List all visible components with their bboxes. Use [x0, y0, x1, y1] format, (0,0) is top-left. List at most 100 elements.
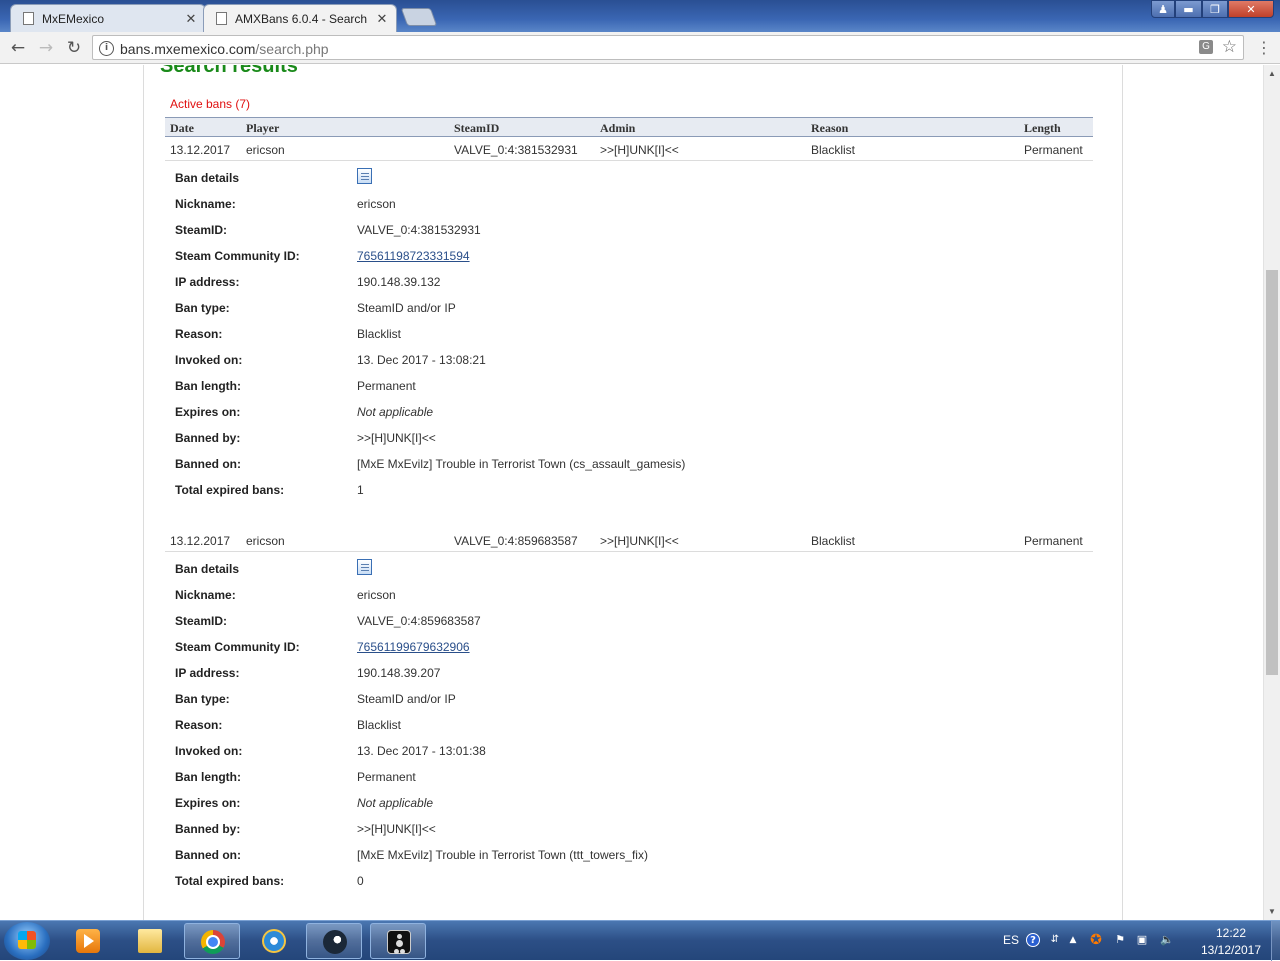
- detail-label: Banned on:: [175, 848, 241, 862]
- detail-row-ban-length: Ban length: Permanent: [165, 373, 1093, 399]
- steam-icon: [323, 930, 347, 954]
- scrollbar-thumb[interactable]: [1266, 270, 1278, 675]
- user-icon[interactable]: ♟: [1151, 0, 1175, 18]
- detail-row-reason: Reason: Blacklist: [165, 321, 1093, 347]
- language-indicator[interactable]: ES: [1003, 933, 1019, 947]
- detail-label: Expires on:: [175, 796, 241, 810]
- tab-amxbans-search[interactable]: AMXBans 6.0.4 - Search ✕: [203, 4, 397, 32]
- ban-player: ericson: [246, 143, 285, 157]
- detail-row-ban-length: Ban length: Permanent: [165, 764, 1093, 790]
- page-icon: [216, 12, 227, 25]
- ban-length: Permanent: [1024, 534, 1083, 548]
- ban-details-document-icon[interactable]: [357, 168, 372, 184]
- tab-title: AMXBans 6.0.4 - Search: [235, 11, 368, 26]
- show-desktop-button[interactable]: [1271, 921, 1280, 961]
- detail-value: ericson: [357, 197, 396, 211]
- translate-icon[interactable]: G: [1199, 40, 1213, 54]
- detail-row-community-id: Steam Community ID: 76561198723331594: [165, 243, 1093, 269]
- windows-logo-icon: [18, 931, 36, 949]
- detail-row-banned-by: Banned by: >>[H]UNK[I]<<: [165, 816, 1093, 842]
- scroll-down-arrow-icon[interactable]: ▼: [1264, 903, 1280, 920]
- detail-row-total-expired: Total expired bans: 1: [165, 477, 1093, 503]
- windows-taskbar: ES ? ⇵ ▲ ✪ ⚑ ▣ 🔈 12:22 13/12/2017: [0, 920, 1280, 961]
- minimize-button[interactable]: ▬: [1175, 0, 1202, 18]
- detail-value: 13. Dec 2017 - 13:01:38: [357, 744, 486, 758]
- detail-value: [MxE MxEvilz] Trouble in Terrorist Town …: [357, 848, 648, 862]
- detail-label: Expires on:: [175, 405, 241, 419]
- close-window-button[interactable]: ✕: [1228, 0, 1274, 18]
- scroll-up-arrow-icon[interactable]: ▲: [1264, 65, 1280, 82]
- taskbar-file-explorer[interactable]: [122, 923, 178, 959]
- close-tab-icon[interactable]: ✕: [374, 11, 390, 27]
- taskbar-chrome[interactable]: [184, 923, 240, 959]
- url-text[interactable]: bans.mxemexico.com/search.php: [120, 41, 329, 57]
- forward-arrow-icon[interactable]: →: [34, 36, 58, 60]
- detail-label: Banned by:: [175, 431, 241, 445]
- column-header-steamid[interactable]: SteamID: [454, 121, 499, 136]
- detail-label: SteamID:: [175, 614, 228, 628]
- url-host: bans.mxemexico.com: [120, 41, 256, 57]
- detail-row-community-id: Steam Community ID: 76561199679632906: [165, 634, 1093, 660]
- page-viewport: Search results Active bans (7) Date Play…: [0, 65, 1263, 920]
- detail-row-banned-on: Banned on: [MxE MxEvilz] Trouble in Terr…: [165, 842, 1093, 868]
- new-tab-button[interactable]: [400, 8, 438, 26]
- ban-player: ericson: [246, 534, 285, 548]
- menu-icon[interactable]: ⋮: [1256, 38, 1272, 58]
- steam-community-link[interactable]: 76561199679632906: [357, 640, 470, 654]
- maximize-button[interactable]: ❐: [1202, 0, 1228, 18]
- detail-label: Banned by:: [175, 822, 241, 836]
- column-header-date[interactable]: Date: [170, 121, 194, 136]
- avast-icon[interactable]: ✪: [1089, 933, 1103, 947]
- help-icon[interactable]: ?: [1026, 933, 1040, 947]
- network-status-icon[interactable]: ⇵: [1048, 933, 1062, 947]
- column-header-admin[interactable]: Admin: [600, 121, 635, 136]
- network-icon[interactable]: ▣: [1135, 933, 1149, 947]
- ban-row[interactable]: 13.12.2017 ericson VALVE_0:4:381532931 >…: [165, 137, 1093, 161]
- steam-community-link[interactable]: 76561198723331594: [357, 249, 470, 263]
- detail-value: Permanent: [357, 379, 416, 393]
- detail-row-nickname: Nickname: ericson: [165, 582, 1093, 608]
- taskbar-internet-explorer[interactable]: [246, 923, 302, 959]
- ban-details-document-icon[interactable]: [357, 559, 372, 575]
- ban-admin: >>[H]UNK[I]<<: [600, 534, 679, 548]
- info-icon[interactable]: i: [99, 41, 114, 56]
- back-arrow-icon[interactable]: ←: [6, 36, 30, 60]
- detail-value: SteamID and/or IP: [357, 301, 456, 315]
- detail-label: IP address:: [175, 666, 240, 680]
- column-header-length[interactable]: Length: [1024, 121, 1061, 136]
- detail-row-nickname: Nickname: ericson: [165, 191, 1093, 217]
- tab-title: MxEMexico: [42, 11, 105, 26]
- detail-row-invoked-on: Invoked on: 13. Dec 2017 - 13:08:21: [165, 347, 1093, 373]
- detail-value: Not applicable: [357, 405, 434, 419]
- clock-date[interactable]: 13/12/2017: [1196, 943, 1266, 957]
- detail-value: ericson: [357, 588, 396, 602]
- reload-icon[interactable]: ↻: [62, 36, 86, 60]
- volume-icon[interactable]: 🔈: [1160, 933, 1174, 947]
- column-header-reason[interactable]: Reason: [811, 121, 848, 136]
- taskbar-counter-strike[interactable]: [370, 923, 426, 959]
- page-icon: [23, 12, 34, 25]
- taskbar-steam[interactable]: [306, 923, 362, 959]
- detail-label: Total expired bans:: [175, 483, 285, 497]
- close-tab-icon[interactable]: ✕: [183, 11, 199, 27]
- clock-time[interactable]: 12:22: [1196, 926, 1266, 940]
- vertical-scrollbar[interactable]: ▲ ▼: [1263, 65, 1280, 920]
- detail-row-ip: IP address: 190.148.39.207: [165, 660, 1093, 686]
- detail-label: SteamID:: [175, 223, 228, 237]
- column-header-player[interactable]: Player: [246, 121, 279, 136]
- detail-row-reason: Reason: Blacklist: [165, 712, 1093, 738]
- address-bar[interactable]: i bans.mxemexico.com/search.php G ☆: [92, 35, 1244, 60]
- taskbar-media-player[interactable]: [60, 923, 116, 959]
- tab-mxemexico[interactable]: MxEMexico ✕: [10, 4, 206, 32]
- bookmark-star-icon[interactable]: ☆: [1222, 37, 1237, 57]
- show-hidden-icons-arrow[interactable]: ▲: [1066, 933, 1080, 947]
- start-button[interactable]: [4, 922, 50, 960]
- action-center-flag-icon[interactable]: ⚑: [1113, 933, 1127, 947]
- detail-value: Blacklist: [357, 718, 402, 732]
- detail-row-banned-on: Banned on: [MxE MxEvilz] Trouble in Terr…: [165, 451, 1093, 477]
- system-tray: ES ? ⇵ ▲ ✪ ⚑ ▣ 🔈 12:22 13/12/2017: [996, 921, 1280, 961]
- page-title: Search results: [160, 65, 298, 77]
- detail-value: >>[H]UNK[I]<<: [357, 431, 436, 445]
- ban-row[interactable]: 13.12.2017 ericson VALVE_0:4:859683587 >…: [165, 528, 1093, 552]
- detail-label: IP address:: [175, 275, 240, 289]
